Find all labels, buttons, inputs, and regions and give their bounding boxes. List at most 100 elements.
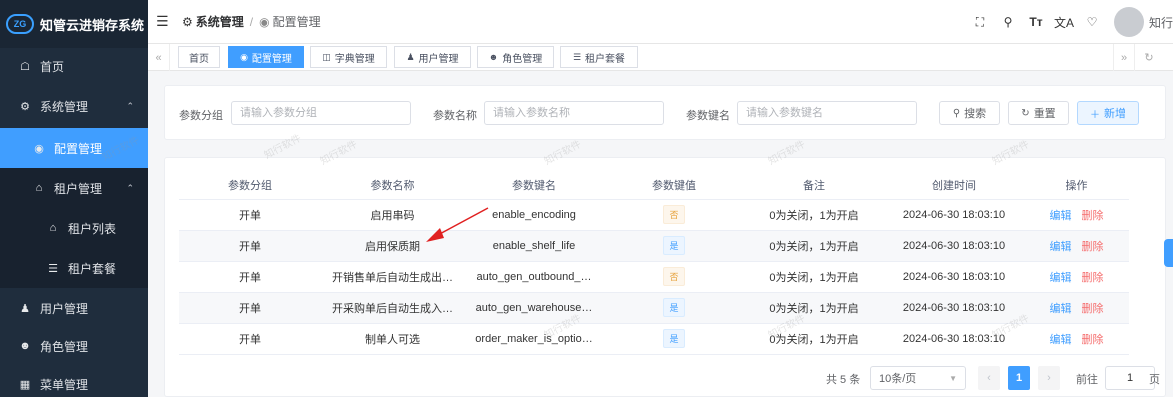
tab-tenant-package[interactable]: ☰ 租户套餐 [560,46,638,68]
delete-link[interactable]: 删除 [1082,272,1104,284]
tab-home[interactable]: 首页 [178,46,220,68]
cell-key: auto_gen_warehouse… [464,292,604,324]
refresh-icon: ↻ [1021,107,1030,119]
config-icon: ◉ [259,14,270,29]
group-input[interactable] [231,101,411,125]
refresh-icon[interactable]: ↻ [1138,44,1160,71]
chevron-down-icon: ▼ [949,373,957,383]
page-number-current[interactable]: 1 [1008,366,1030,390]
user-name[interactable]: 知行 [1149,14,1173,31]
role-icon: ☻ [19,340,31,352]
table-row[interactable]: 开单 制单人可选 order_maker_is_optio… 是 0为关闭，1为… [179,323,1129,355]
app-title: 知管云进销存系统 [40,17,145,33]
cell-actions: 编辑 删除 [1024,323,1129,355]
breadcrumb-item: 配置管理 [272,15,321,29]
sidebar-item-label: 角色管理 [40,339,89,354]
goto-page-input[interactable] [1105,366,1155,390]
plus-icon: ＋ [1090,109,1100,121]
sidebar-item-label: 首页 [40,59,65,74]
key-input[interactable] [737,101,917,125]
column-header: 备注 [744,172,884,200]
sidebar-item-home[interactable]: ☖ 首页 [0,48,148,84]
tab-users[interactable]: ♟ 用户管理 [394,46,471,68]
role-icon: ☻ [488,52,499,62]
goto-label: 前往 [1076,374,1098,386]
reset-button[interactable]: ↻ 重置 [1008,101,1069,125]
column-header: 操作 [1024,172,1129,200]
status-badge: 是 [663,329,685,348]
sidebar-item-tenant-package[interactable]: ☰ 租户套餐 [0,248,148,288]
home-icon: ☖ [20,60,30,73]
tab-config[interactable]: ◉ 配置管理 [228,46,304,68]
user-icon: ♟ [20,302,30,315]
cell-group: 开单 [179,230,321,262]
logo[interactable]: ZG 知管云进销存系统 [0,0,148,48]
cell-name: 开采购单后自动生成入… [321,292,464,324]
search-icon[interactable]: ⚲ [994,15,1022,29]
book-icon: ◫ [322,51,331,62]
delete-link[interactable]: 删除 [1082,210,1104,222]
sidebar-item-roles[interactable]: ☻ 角色管理 [0,328,148,364]
gear-icon: ⚙ [20,100,30,113]
table-row[interactable]: 开单 启用保质期 enable_shelf_life 是 0为关闭，1为开启 2… [179,230,1129,262]
tab-roles[interactable]: ☻ 角色管理 [477,46,554,68]
add-button[interactable]: ＋ 新增 [1077,101,1139,125]
name-input[interactable] [484,101,664,125]
column-header: 参数键名 [464,172,604,200]
cell-created: 2024-06-30 18:03:10 [884,261,1024,293]
cell-group: 开单 [179,292,321,324]
page-size-value: 10条/页 [879,373,917,385]
avatar[interactable] [1114,7,1144,37]
cell-created: 2024-06-30 18:03:10 [884,292,1024,324]
edit-link[interactable]: 编辑 [1050,210,1072,222]
bell-icon[interactable]: ♡ [1078,15,1106,29]
edit-link[interactable]: 编辑 [1050,334,1072,346]
tab-label: 首页 [189,53,209,65]
list-icon: ☰ [48,262,58,275]
translate-icon[interactable]: 文A [1050,14,1078,31]
breadcrumb-item[interactable]: 系统管理 [196,13,244,30]
sidebar-item-menus[interactable]: ▦ 菜单管理 [0,364,148,397]
column-header: 参数名称 [321,172,464,200]
delete-link[interactable]: 删除 [1082,241,1104,253]
scroll-right-icon[interactable]: » [1113,44,1135,71]
table-row[interactable]: 开单 开采购单后自动生成入… auto_gen_warehouse… 是 0为关… [179,292,1129,324]
cell-group: 开单 [179,261,321,293]
hamburger-icon[interactable]: ☰ [156,13,172,30]
table-row[interactable]: 开单 开销售单后自动生成出… auto_gen_outbound_… 否 0为关… [179,261,1129,293]
sidebar-item-system[interactable]: ⚙ 系统管理 ⌃ [0,84,148,128]
delete-link[interactable]: 删除 [1082,334,1104,346]
sidebar-item-label: 配置管理 [54,141,103,156]
next-page-button[interactable]: › [1038,366,1060,390]
font-size-icon[interactable]: Tт [1022,15,1050,29]
sidebar-item-tenant[interactable]: ⌂ 租户管理 ⌃ [0,168,148,208]
chevron-up-icon: ⌃ [126,100,134,111]
table-row[interactable]: 开单 启用串码 enable_encoding 否 0为关闭，1为开启 2024… [179,199,1129,231]
status-badge: 否 [663,205,685,224]
delete-link[interactable]: 删除 [1082,303,1104,315]
cell-value: 否 [604,199,744,231]
prev-page-button[interactable]: ‹ [978,366,1000,390]
sidebar-item-users[interactable]: ♟ 用户管理 [0,288,148,328]
search-icon: ⚲ [952,107,961,119]
fullscreen-icon[interactable]: ⛶ [966,15,994,30]
edit-link[interactable]: 编辑 [1050,303,1072,315]
settings-drawer-handle[interactable] [1164,239,1173,267]
edit-link[interactable]: 编辑 [1050,241,1072,253]
page-size-select[interactable]: 10条/页 ▼ [870,366,966,390]
sidebar-item-tenant-list[interactable]: ⌂ 租户列表 [0,208,148,248]
column-header: 参数键值 [604,172,744,200]
chevron-right-icon: › [1047,372,1051,384]
config-icon: ◉ [240,51,248,62]
tab-dict[interactable]: ◫ 字典管理 [310,46,387,68]
breadcrumb: ⚙ 系统管理 / ◉ 配置管理 [182,13,321,30]
status-badge: 是 [663,298,685,317]
edit-link[interactable]: 编辑 [1050,272,1072,284]
tab-label: 字典管理 [334,53,375,65]
sidebar-item-label: 租户套餐 [68,261,117,276]
scroll-left-icon[interactable]: « [148,44,170,71]
cloud-logo-icon: ZG [6,14,34,34]
sidebar-item-config[interactable]: ◉ 配置管理 [0,128,148,168]
table-header-row: 参数分组 参数名称 参数键名 参数键值 备注 创建时间 操作 [179,172,1129,200]
search-button[interactable]: ⚲ 搜索 [939,101,1000,125]
